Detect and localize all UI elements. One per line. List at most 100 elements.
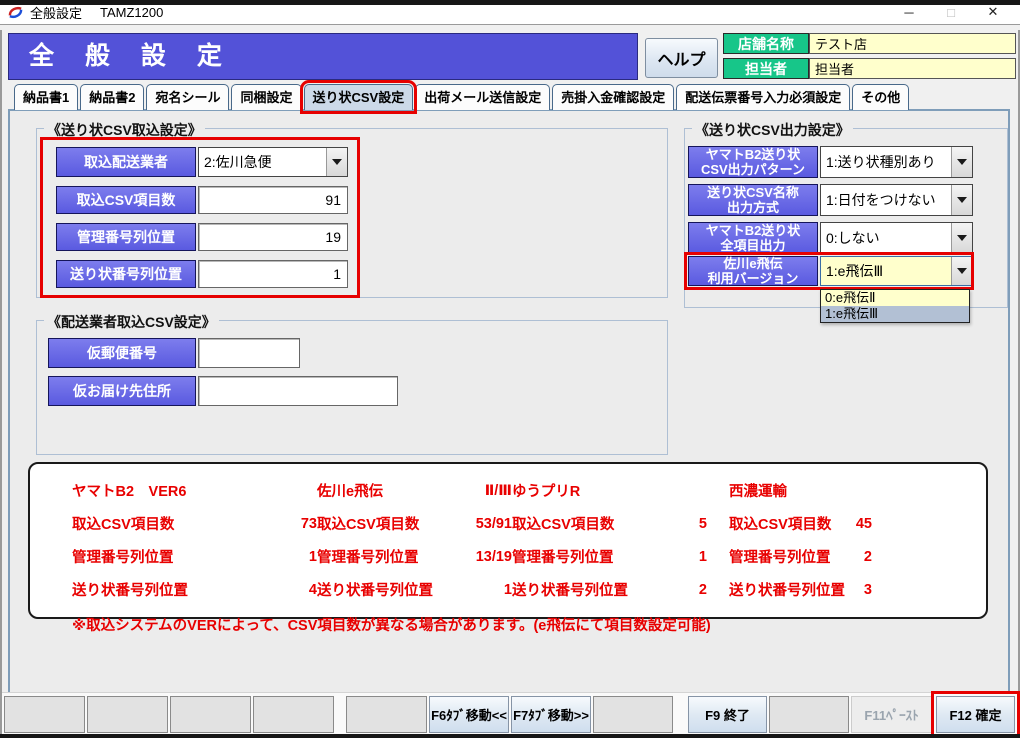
info-value: 4: [242, 582, 317, 598]
f7-tab-next-button[interactable]: F7ﾀﾌﾞ移動>>: [511, 696, 591, 733]
info-value: 73: [242, 516, 317, 532]
fkey-empty-7: [769, 696, 849, 733]
info-row-label: 管理番号列位置: [512, 546, 652, 567]
carrier-info-table: ヤマトB2 VER6 佐川e飛伝 Ⅱ/Ⅲ ゆうプリR 西濃運輸 取込CSV項目数…: [72, 474, 952, 639]
screen-top-edge: [0, 0, 1020, 5]
info-header-yupri: ゆうプリR: [512, 480, 707, 501]
screen-bottom-edge: [0, 734, 1020, 738]
b2-all-combobox-value: 0:しない: [821, 223, 951, 253]
info-value: 2: [652, 582, 707, 598]
info-footnote: ※取込システムのVERによって、CSV項目数が異なる場合があります。(e飛伝にて…: [72, 610, 872, 635]
tab-urikake[interactable]: 売掛入金確認設定: [552, 84, 674, 110]
info-row-label: 管理番号列位置: [72, 546, 242, 567]
chevron-down-icon[interactable]: [326, 148, 347, 176]
b2-pattern-label: ヤマトB2送り状CSV出力パターン: [688, 146, 818, 178]
info-value: 45: [827, 516, 872, 532]
staff-value: 担当者: [809, 58, 1016, 79]
temp-zip-input[interactable]: [198, 338, 300, 368]
temp-address-input[interactable]: [198, 376, 398, 406]
b2-all-combobox[interactable]: 0:しない: [820, 222, 973, 254]
staff-label: 担当者: [723, 58, 809, 79]
ehiden-version-label: 佐川e飛伝利用バージョン: [688, 256, 818, 286]
fkey-empty-4: [253, 696, 334, 733]
info-row-label: 取込CSV項目数: [512, 513, 652, 534]
info-row-label: 取込CSV項目数: [72, 513, 242, 534]
f6-tab-prev-button[interactable]: F6ﾀﾌﾞ移動<<: [429, 696, 509, 733]
info-value: 13/19: [457, 549, 512, 565]
fkey-empty-5: [346, 696, 427, 733]
fkey-empty-6: [593, 696, 673, 733]
ehiden-version-combobox-value: 1:e飛伝Ⅲ: [821, 257, 951, 285]
csv-name-label: 送り状CSV名称出力方式: [688, 184, 818, 216]
dropdown-option-ehiden2[interactable]: 0:e飛伝Ⅱ: [821, 290, 969, 306]
tab-strip: 納品書1 納品書2 宛名シール 同梱設定 送り状CSV設定 出荷メール送信設定 …: [14, 84, 909, 110]
window-title-code: TAMZ1200: [100, 5, 163, 20]
carrier-combobox-value: 2:佐川急便: [199, 148, 326, 176]
window-border-left: [0, 30, 2, 734]
help-button[interactable]: ヘルプ: [645, 38, 718, 78]
info-header-yamato: ヤマトB2 VER6: [72, 480, 317, 501]
info-row-label: 取込CSV項目数: [707, 513, 827, 534]
slip-pos-input[interactable]: [198, 260, 348, 288]
info-row-label: 管理番号列位置: [317, 546, 457, 567]
info-value: 1: [652, 549, 707, 565]
tab-atena-seal[interactable]: 宛名シール: [146, 84, 229, 110]
chevron-down-icon[interactable]: [951, 147, 972, 177]
csv-name-combobox[interactable]: 1:日付をつけない: [820, 184, 973, 216]
info-header-sagawa-version: Ⅱ/Ⅲ: [457, 483, 512, 499]
close-icon[interactable]: ✕: [972, 0, 1014, 24]
info-row-label: 送り状番号列位置: [317, 579, 457, 600]
tab-okurijo-csv[interactable]: 送り状CSV設定: [304, 84, 414, 110]
dropdown-option-ehiden3[interactable]: 1:e飛伝Ⅲ: [821, 306, 969, 322]
store-name-label: 店舗名称: [723, 33, 809, 54]
info-row-label: 送り状番号列位置: [512, 579, 652, 600]
b2-all-label: ヤマトB2送り状全項目出力: [688, 222, 818, 254]
fkey-empty-1: [4, 696, 85, 733]
csv-count-input[interactable]: [198, 186, 348, 214]
ehiden-version-combobox[interactable]: 1:e飛伝Ⅲ: [820, 256, 973, 286]
csv-import-group-title: 《送り状CSV取込設定》: [44, 120, 205, 140]
info-value: 1: [242, 549, 317, 565]
tab-nouhinsho2[interactable]: 納品書2: [80, 84, 144, 110]
maximize-icon: □: [930, 0, 972, 24]
chevron-down-icon[interactable]: [951, 223, 972, 253]
mgmt-pos-input[interactable]: [198, 223, 348, 251]
info-value: 53/91: [457, 516, 512, 532]
temp-zip-label: 仮郵便番号: [48, 338, 196, 368]
csv-count-label: 取込CSV項目数: [56, 186, 196, 214]
ehiden-version-dropdown-list: 0:e飛伝Ⅱ 1:e飛伝Ⅲ: [820, 289, 970, 323]
info-value: 1: [457, 582, 512, 598]
chevron-down-icon[interactable]: [951, 185, 972, 215]
fkey-empty-3: [170, 696, 251, 733]
carrier-info-panel: ヤマトB2 VER6 佐川e飛伝 Ⅱ/Ⅲ ゆうプリR 西濃運輸 取込CSV項目数…: [28, 462, 988, 619]
page-title: 全 般 設 定: [8, 33, 638, 80]
f9-exit-button[interactable]: F9 終了: [688, 696, 767, 733]
tab-denpyo-bango[interactable]: 配送伝票番号入力必須設定: [676, 84, 850, 110]
info-value: 2: [827, 549, 872, 565]
carrier-combobox[interactable]: 2:佐川急便: [198, 147, 348, 177]
info-header-sagawa: 佐川e飛伝: [317, 480, 457, 501]
info-header-seino: 西濃運輸: [707, 480, 872, 501]
info-row-label: 送り状番号列位置: [72, 579, 242, 600]
info-row-label: 管理番号列位置: [707, 546, 827, 567]
tab-shipping-mail[interactable]: 出荷メール送信設定: [415, 84, 550, 110]
temp-address-label: 仮お届け先住所: [48, 376, 196, 406]
chevron-down-icon[interactable]: [951, 257, 972, 285]
app-icon: [8, 5, 23, 20]
tab-doukon[interactable]: 同梱設定: [231, 84, 301, 110]
tab-sonota[interactable]: その他: [852, 84, 909, 110]
fkey-empty-2: [87, 696, 168, 733]
carrier-label: 取込配送業者: [56, 147, 196, 177]
tab-nouhinsho1[interactable]: 納品書1: [14, 84, 78, 110]
window-title: 全般設定: [30, 3, 82, 22]
csv-name-combobox-value: 1:日付をつけない: [821, 185, 951, 215]
b2-pattern-combobox[interactable]: 1:送り状種別あり: [820, 146, 973, 178]
info-row-label: 送り状番号列位置: [707, 579, 827, 600]
f11-paste-button: F11ﾍﾟｰｽﾄ: [851, 696, 932, 733]
store-name-value: テスト店: [809, 33, 1016, 54]
csv-output-group-title: 《送り状CSV出力設定》: [692, 120, 853, 140]
carrier-csv-group-title: 《配送業者取込CSV設定》: [44, 312, 219, 332]
b2-pattern-combobox-value: 1:送り状種別あり: [821, 147, 951, 177]
f12-confirm-button[interactable]: F12 確定: [936, 696, 1015, 733]
minimize-icon[interactable]: ─: [888, 0, 930, 24]
